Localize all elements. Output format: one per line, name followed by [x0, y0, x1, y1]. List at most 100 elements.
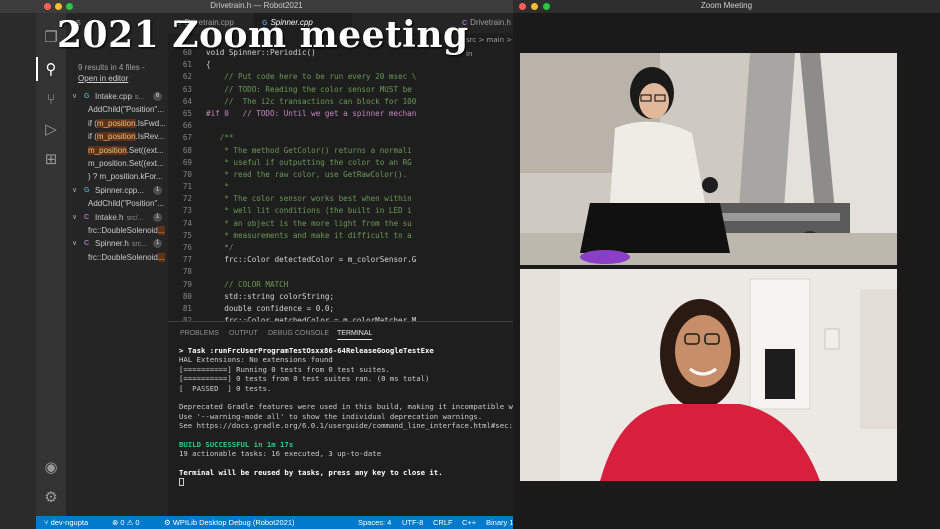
- code-line[interactable]: 61 {: [168, 59, 513, 71]
- status-bar: ⑂ dev-ngupta ⊗ 0 ⚠ 0 ⚙ WPILib Desktop De…: [36, 516, 513, 529]
- cpp-file-icon: G: [84, 93, 90, 100]
- search-result-match[interactable]: m_position.Set((ext...: [66, 144, 168, 157]
- search-result-file[interactable]: ∨ G Spinner.cpp... 1: [66, 184, 168, 197]
- run-debug-icon[interactable]: ▷: [41, 119, 61, 139]
- participant-video-2[interactable]: [520, 269, 897, 481]
- code-line[interactable]: 66: [168, 120, 513, 132]
- code-line[interactable]: 81 double confidence = 0.0;: [168, 303, 513, 315]
- overlay-caption: 2021 Zoom meeting: [57, 14, 469, 56]
- terminal-line: 19 actionable tasks: 16 executed, 3 up-t…: [179, 449, 382, 459]
- line-number: 74: [182, 218, 192, 228]
- code-line[interactable]: 65 #if 0 // TODO: Until we get a spinner …: [168, 108, 513, 120]
- screen-edge: [0, 13, 36, 529]
- code-text: * well lit conditions (the built in LED …: [206, 206, 412, 216]
- code-text: #if 0 // TODO: Until we get a spinner me…: [206, 108, 417, 118]
- line-number: 79: [182, 279, 192, 289]
- code-text: * an object is the more light from the s…: [206, 218, 412, 228]
- code-line[interactable]: 67 /**: [168, 132, 513, 144]
- tab-problems[interactable]: PROBLEMS: [180, 330, 219, 337]
- match-count-badge: 6: [153, 92, 162, 101]
- match-count-badge: 1: [153, 212, 162, 222]
- code-line[interactable]: 63 // TODO: Reading the color sensor MUS…: [168, 84, 513, 96]
- code-view[interactable]: 60 void Spinner::Periodic() 61{62 // Put c…: [168, 47, 513, 321]
- match-count-badge: 1: [153, 239, 162, 249]
- cpp-file-icon: G: [84, 186, 90, 194]
- vscode-titlebar: Drivetrain.h — Robot2021: [0, 0, 513, 13]
- line-number: 69: [182, 157, 192, 167]
- code-text: /**: [206, 133, 234, 143]
- participant-video-1[interactable]: [520, 53, 897, 265]
- code-line[interactable]: 73 * well lit conditions (the built in L…: [168, 205, 513, 217]
- terminal-line: Use '--warning-mode all' to show the ind…: [179, 411, 483, 421]
- search-result-match[interactable]: if (m_position.IsRev...: [66, 130, 168, 143]
- code-text: * read the raw color, use GetRawColor().: [206, 169, 408, 179]
- gear-icon[interactable]: ⚙: [41, 487, 61, 507]
- search-sidebar: S 9 results in 4 files - Open in editor …: [66, 13, 168, 516]
- code-line[interactable]: 72 * The color sensor works best when wi…: [168, 193, 513, 205]
- eol-indicator[interactable]: CRLF: [433, 516, 453, 529]
- code-line[interactable]: 74 * an object is the more light from th…: [168, 218, 513, 230]
- zoom-window: Zoom Meeting: [513, 0, 940, 529]
- encoding-indicator[interactable]: UTF-8: [402, 516, 423, 529]
- account-icon[interactable]: ◉: [41, 457, 61, 477]
- chevron-down-icon[interactable]: ∨: [72, 237, 77, 250]
- match-count-badge: 1: [153, 185, 162, 195]
- search-icon[interactable]: ⚲: [41, 59, 61, 79]
- search-result-file[interactable]: ∨ C Intake.h src/... 1: [66, 211, 168, 224]
- search-result-filename: Intake.h src/...: [95, 212, 144, 222]
- extensions-icon[interactable]: ⊞: [41, 149, 61, 169]
- language-indicator[interactable]: C++: [462, 516, 476, 529]
- line-number: 77: [182, 255, 192, 265]
- project-indicator[interactable]: ⚙ WPILib Desktop Debug (Robot2021): [164, 516, 295, 529]
- search-result-match[interactable]: frc::DoubleSolenoid...: [66, 224, 168, 237]
- source-control-icon[interactable]: ⑂: [41, 89, 61, 109]
- branch-indicator[interactable]: ⑂ dev-ngupta: [44, 516, 88, 529]
- code-line[interactable]: 64 // The i2c transactions can block for…: [168, 96, 513, 108]
- search-summary: 9 results in 4 files -: [78, 63, 145, 72]
- code-line[interactable]: 62 // Put code here to be run every 20 m…: [168, 71, 513, 83]
- search-result-match[interactable]: frc::DoubleSolenoid...: [66, 251, 168, 264]
- open-in-editor-link[interactable]: Open in editor: [78, 74, 128, 83]
- search-result-match[interactable]: AddChild("Position"...: [66, 197, 168, 210]
- search-result-match[interactable]: ) ? m_position.kFor...: [66, 170, 168, 183]
- chevron-down-icon[interactable]: ∨: [72, 90, 77, 103]
- code-text: std::string colorString;: [206, 291, 335, 301]
- terminal-output[interactable]: > Task :runFrcUserProgramTestOsxx86-64Re…: [179, 346, 513, 487]
- indent-indicator[interactable]: Spaces: 4: [358, 516, 391, 529]
- code-text: * The method GetColor() returns a normal…: [206, 145, 412, 155]
- code-text: // Put code here to be run every 20 msec…: [206, 72, 417, 82]
- terminal-line: HAL Extensions: No extensions found: [179, 355, 333, 365]
- search-result-match[interactable]: if (m_position.IsFwd...: [66, 117, 168, 130]
- binary-indicator[interactable]: Binary 1: [486, 516, 513, 529]
- terminal-cursor-line[interactable]: [179, 477, 513, 487]
- code-line[interactable]: 69 * useful if outputting the color to a…: [168, 157, 513, 169]
- search-result-match[interactable]: m_position.Set((ext...: [66, 157, 168, 170]
- terminal-line: [==========] Running 0 tests from 0 test…: [179, 364, 390, 374]
- problems-indicator[interactable]: ⊗ 0 ⚠ 0: [112, 516, 140, 529]
- search-result-file[interactable]: ∨ G Intake.cpp s... 6: [66, 90, 168, 103]
- search-result-match[interactable]: AddChild("Position"...: [66, 103, 168, 116]
- code-line[interactable]: 70 * read the raw color, use GetRawColor…: [168, 169, 513, 181]
- code-text: * The color sensor works best when withi…: [206, 194, 412, 204]
- code-text: // The i2c transactions can block for 10…: [206, 96, 417, 106]
- code-line[interactable]: 78: [168, 266, 513, 278]
- code-text: */: [206, 243, 234, 252]
- tab-output[interactable]: OUTPUT: [229, 330, 258, 337]
- code-line[interactable]: 77 frc::Color detectedColor = m_colorSen…: [168, 254, 513, 266]
- code-line[interactable]: 71 *: [168, 181, 513, 193]
- tab-debug-console[interactable]: DEBUG CONSOLE: [268, 330, 329, 337]
- code-line[interactable]: 79 // COLOR MATCH: [168, 279, 513, 291]
- code-text: * useful if outputting the color to an R…: [206, 157, 412, 167]
- code-line[interactable]: 75 * measurements and make it difficult …: [168, 230, 513, 242]
- header-file-icon: C: [84, 240, 90, 248]
- terminal-line: [ PASSED ] 0 tests.: [179, 383, 272, 393]
- tab-terminal[interactable]: TERMINAL: [337, 330, 373, 340]
- code-line[interactable]: 76 */: [168, 242, 513, 254]
- chevron-down-icon[interactable]: ∨: [72, 184, 77, 197]
- line-number: 81: [182, 303, 192, 313]
- line-number: 80: [182, 291, 192, 301]
- code-line[interactable]: 80 std::string colorString;: [168, 291, 513, 303]
- chevron-down-icon[interactable]: ∨: [72, 211, 77, 224]
- search-result-file[interactable]: ∨ C Spinner.h src... 1: [66, 237, 168, 250]
- code-line[interactable]: 68 * The method GetColor() returns a nor…: [168, 145, 513, 157]
